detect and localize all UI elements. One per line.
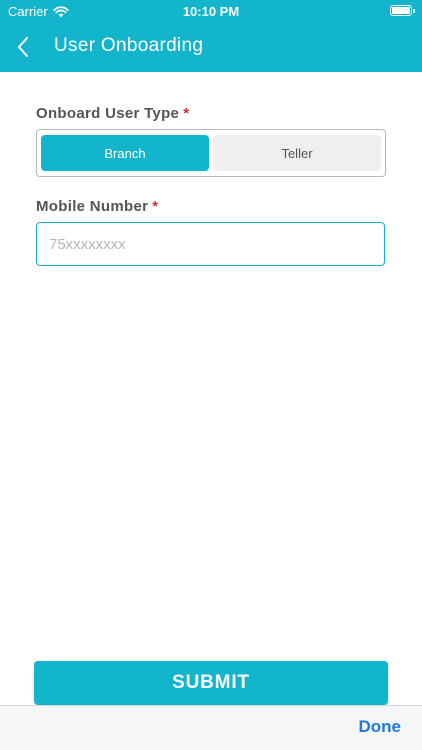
submit-button[interactable]: SUBMIT	[34, 661, 388, 705]
battery-icon	[390, 5, 415, 16]
onboarding-form: Onboard User Type * Branch Teller Mobile …	[36, 104, 386, 266]
required-star: *	[152, 198, 159, 215]
user-type-label: Onboard User Type *	[36, 104, 386, 124]
required-star: *	[183, 105, 190, 122]
page-title: User Onboarding	[54, 35, 204, 56]
mobile-number-label-text: Mobile Number	[36, 198, 149, 215]
user-type-segmented-control: Branch Teller	[36, 129, 386, 177]
user-type-label-text: Onboard User Type	[36, 105, 180, 122]
app-header: Carrier 10:10 PM User Onboarding	[0, 0, 422, 72]
mobile-number-input[interactable]	[36, 222, 385, 266]
done-button[interactable]: Done	[359, 717, 402, 737]
segment-teller[interactable]: Teller	[213, 135, 381, 171]
keyboard-toolbar: Done	[0, 705, 422, 750]
mobile-number-group: Mobile Number *	[36, 197, 386, 266]
status-bar: Carrier 10:10 PM	[0, 0, 422, 22]
status-time: 10:10 PM	[182, 4, 240, 19]
segment-branch[interactable]: Branch	[41, 135, 209, 171]
mobile-number-label: Mobile Number *	[36, 197, 386, 217]
navigation-bar: User Onboarding	[0, 26, 422, 68]
chevron-left-icon[interactable]	[14, 34, 32, 60]
